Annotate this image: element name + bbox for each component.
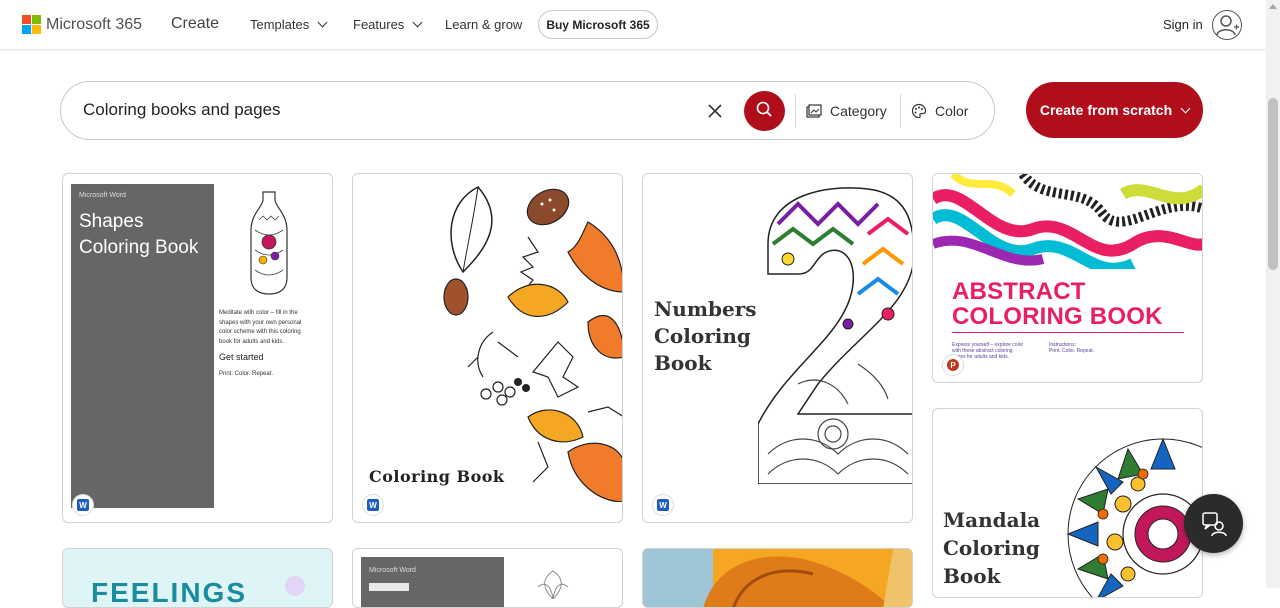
- scrollbar-thumb[interactable]: [1268, 98, 1278, 270]
- card-title: Coloring Book: [369, 467, 505, 486]
- title-line: ABSTRACT: [952, 278, 1086, 305]
- account-avatar-icon[interactable]: [1212, 10, 1242, 40]
- buy-microsoft-365-button[interactable]: Buy Microsoft 365: [538, 10, 658, 39]
- nav-create[interactable]: Create: [171, 15, 219, 33]
- create-from-scratch-button[interactable]: Create from scratch: [1026, 82, 1203, 138]
- divider: [900, 94, 901, 128]
- microsoft-logo-icon: [22, 15, 41, 34]
- abstract-waves-illustration: [933, 174, 1202, 269]
- category-filter-label: Category: [830, 103, 887, 119]
- create-from-scratch-label: Create from scratch: [1039, 102, 1173, 118]
- sign-in-link[interactable]: Sign in: [1163, 17, 1203, 32]
- flower-illustration: [537, 570, 569, 599]
- autumn-illustration: [643, 549, 912, 607]
- palette-icon: [911, 103, 927, 119]
- title-line: Book: [943, 564, 1001, 588]
- title-line: Coloring: [654, 324, 751, 348]
- color-filter-label: Color: [935, 103, 969, 119]
- small-label: Microsoft Word: [79, 192, 126, 199]
- card-title: Shapes Coloring Book: [79, 209, 198, 261]
- vase-illustration: [250, 191, 288, 295]
- search-button[interactable]: [744, 91, 785, 131]
- nav-templates-label: Templates: [250, 17, 310, 32]
- chat-assistant-icon: [1201, 511, 1227, 536]
- divider: [795, 94, 796, 128]
- card-title: ABSTRACT COLORING BOOK: [952, 279, 1163, 329]
- nav-features-label: Features: [353, 17, 405, 32]
- number-two-illustration: [758, 187, 912, 484]
- get-started-text: Get started: [219, 352, 264, 362]
- text-line: Print. Color. Repeat.: [1049, 348, 1095, 354]
- nav-learn-grow-label: Learn & grow: [445, 17, 523, 32]
- chevron-down-icon: [412, 17, 423, 28]
- category-filter[interactable]: Category: [806, 103, 887, 119]
- search-input[interactable]: [83, 100, 683, 120]
- top-header: Microsoft 365 Create Templates Features …: [0, 0, 1266, 50]
- template-card-shapes-coloring-book[interactable]: Microsoft Word Shapes Coloring Book Medi…: [62, 173, 333, 523]
- powerpoint-app-icon: P: [942, 354, 964, 376]
- title-underline: [952, 332, 1184, 333]
- body-line: color scheme with this coloring: [219, 329, 301, 335]
- card-body: Meditate with color – fill in the shapes…: [219, 309, 319, 347]
- chevron-down-icon: [317, 17, 328, 28]
- tagline: Print. Color. Repeat.: [219, 371, 274, 377]
- card-title: FEELINGS: [91, 577, 248, 608]
- title-fragment: [369, 583, 409, 591]
- title-line: Shapes: [79, 211, 144, 232]
- template-search-bar: Category Color: [60, 81, 995, 140]
- title-line: Book: [654, 351, 712, 375]
- word-app-icon: W: [362, 494, 384, 516]
- template-card-word-coloring[interactable]: Microsoft Word: [352, 548, 623, 608]
- chat-assistant-button[interactable]: [1184, 494, 1243, 553]
- title-line: Coloring Book: [79, 237, 199, 258]
- cover-panel: [361, 557, 504, 607]
- color-filter[interactable]: Color: [911, 103, 968, 119]
- left-description: Express yourself – explore color with th…: [952, 342, 1023, 360]
- nav-features[interactable]: Features: [353, 17, 423, 32]
- body-line: Meditate with color – fill in the: [219, 310, 298, 316]
- chevron-down-icon: [1180, 103, 1191, 113]
- clear-search-icon[interactable]: [706, 102, 724, 120]
- template-card-leaves-coloring-book[interactable]: Coloring Book W: [352, 173, 623, 523]
- autumn-leaves-illustration: [443, 186, 622, 502]
- template-card-autumn[interactable]: [642, 548, 913, 608]
- card-title: Mandala Coloring Book: [943, 506, 1040, 590]
- microsoft-365-logo[interactable]: Microsoft 365: [22, 15, 142, 34]
- nav-templates[interactable]: Templates: [250, 17, 328, 32]
- page-scrollbar[interactable]: [1266, 0, 1280, 588]
- body-line: shapes with your own personal: [219, 319, 302, 326]
- title-line: COLORING BOOK: [952, 303, 1163, 330]
- template-card-feelings[interactable]: FEELINGS: [62, 548, 333, 608]
- template-card-mandala-coloring-book[interactable]: Mandala Coloring Book: [932, 408, 1203, 598]
- small-label: Microsoft Word: [369, 567, 416, 574]
- brand-name: Microsoft 365: [46, 15, 143, 33]
- title-line: Coloring: [943, 536, 1040, 560]
- category-icon: [806, 104, 822, 118]
- word-app-icon: W: [652, 494, 674, 516]
- body-line: book for adults and kids.: [219, 338, 285, 345]
- search-icon: [756, 101, 772, 117]
- title-line: Numbers: [654, 297, 757, 321]
- word-app-icon: W: [72, 494, 94, 516]
- right-description: Instructions: Print. Color. Repeat.: [1049, 342, 1094, 354]
- scroll-up-arrow-icon[interactable]: [1269, 4, 1277, 9]
- decorative-circle: [285, 576, 305, 596]
- nav-learn-grow[interactable]: Learn & grow: [445, 17, 522, 32]
- template-card-abstract-coloring-book[interactable]: ABSTRACT COLORING BOOK Express yourself …: [932, 173, 1203, 383]
- mandala-illustration: [1066, 437, 1202, 597]
- template-card-numbers-coloring-book[interactable]: Numbers Coloring Book W: [642, 173, 913, 523]
- title-line: Mandala: [943, 508, 1041, 532]
- card-title: Numbers Coloring Book: [654, 296, 757, 377]
